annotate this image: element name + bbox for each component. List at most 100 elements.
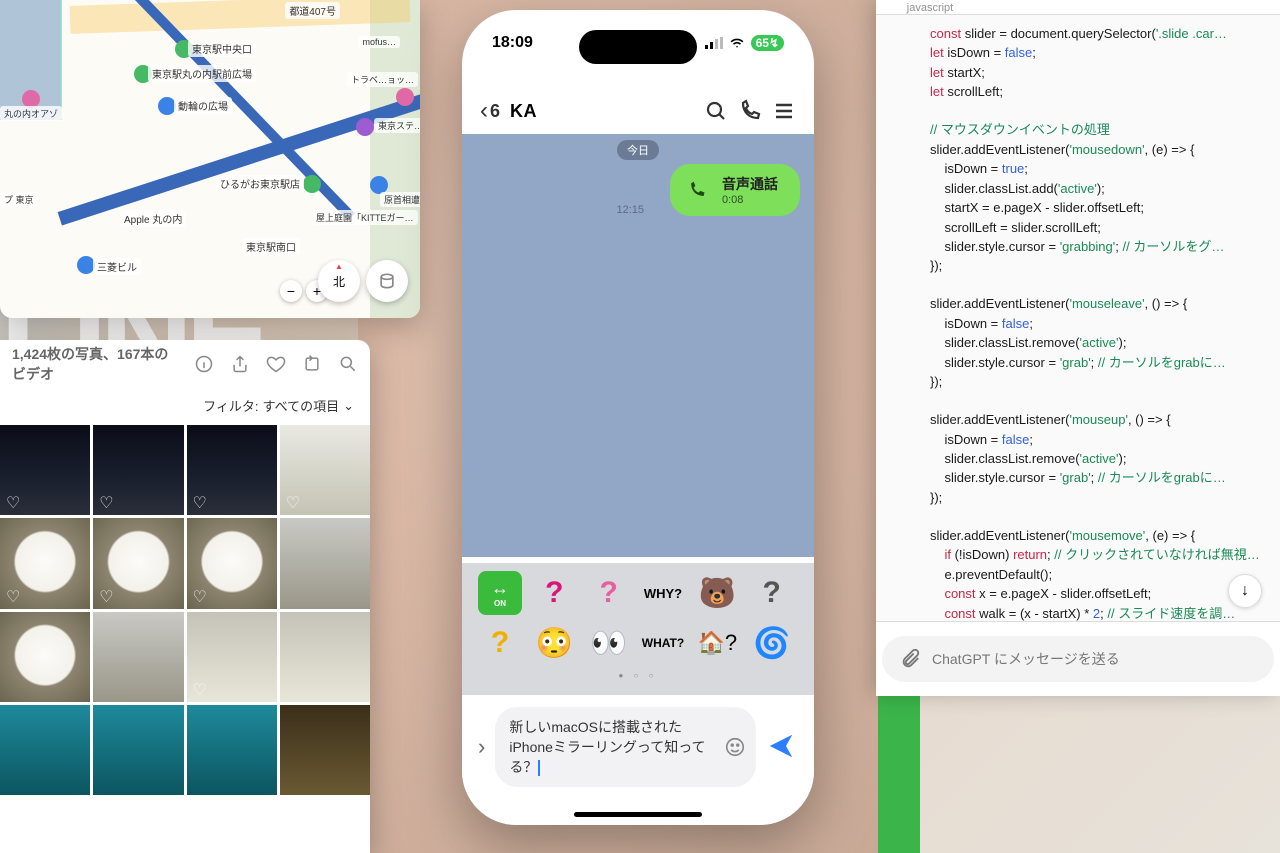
chat-body[interactable]: 今日 音声通話 0:08 12:15 <box>462 134 814 557</box>
pin-tokyo-ste[interactable] <box>356 118 374 136</box>
filter-row[interactable]: フィルタ: すべての項目 ⌄ <box>0 388 370 425</box>
scroll-down-button[interactable]: ↓ <box>1228 574 1262 608</box>
poi-label[interactable]: 丸の内オアゾ <box>0 106 62 121</box>
phone-icon[interactable] <box>738 99 762 123</box>
poi-label[interactable]: 原首相遭… <box>380 192 420 207</box>
back-button[interactable]: ‹6 <box>480 97 500 125</box>
status-time: 18:09 <box>492 34 533 52</box>
photo-thumb[interactable] <box>280 705 370 795</box>
pin-travel[interactable] <box>396 88 414 106</box>
poi-label[interactable]: 東京駅中央口 <box>188 40 256 57</box>
poi-label[interactable]: mofus… <box>358 36 400 48</box>
expand-icon[interactable]: › <box>478 734 485 760</box>
poi-label[interactable]: ひるがお東京駅店 <box>216 175 304 192</box>
call-bubble[interactable]: 音声通話 0:08 <box>670 164 800 216</box>
sticker-panel: ↔ON ? ? WHY? 🐻 ? ? 😳 👀 WHAT? 🏠? 🌀 ● ○ ○ <box>462 563 814 695</box>
sticker[interactable]: ? <box>587 571 631 615</box>
photo-thumb[interactable]: ♡ <box>93 518 183 608</box>
share-icon[interactable] <box>230 354 250 374</box>
sticker[interactable]: WHY? <box>641 571 685 615</box>
poi-label[interactable]: 屋上庭園「KITTEガー… <box>312 210 418 225</box>
poi-label[interactable]: Apple 丸の内 <box>120 210 186 227</box>
chat-header: ‹6 KA <box>462 88 814 134</box>
input-row: › 新しいmacOSに搭載されたiPhoneミラーリングって知ってる？ <box>462 703 814 791</box>
send-button[interactable] <box>766 731 798 763</box>
chevron-down-icon: ⌄ <box>343 398 354 414</box>
maps-window[interactable]: 都道407号 東京駅中央口 東京駅丸の内駅前広場 丸の内オアゾ 動輪の広場 ひる… <box>0 0 420 318</box>
photo-thumb[interactable] <box>280 518 370 608</box>
chatgpt-window: javascript const slider = document.query… <box>876 0 1280 696</box>
photo-thumb[interactable]: ♡ <box>93 425 183 515</box>
sticker[interactable]: ? <box>478 621 522 665</box>
info-icon[interactable] <box>194 354 214 374</box>
photo-thumb[interactable] <box>0 705 90 795</box>
sticker[interactable]: 👀 <box>587 621 631 665</box>
photo-thumb[interactable] <box>0 612 90 702</box>
rotate-icon[interactable] <box>302 354 322 374</box>
photo-grid: ♡ ♡ ♡ ♡ ♡ ♡ ♡ ♡ <box>0 425 370 795</box>
filter-prefix: フィルタ: <box>203 396 258 415</box>
date-pill: 今日 <box>617 140 659 160</box>
poi-label[interactable]: 東京駅南口 <box>242 238 300 255</box>
favorite-icon: ♡ <box>193 493 209 509</box>
zoom-out-button[interactable]: − <box>280 280 302 302</box>
contact-name[interactable]: KA <box>510 101 694 122</box>
chatgpt-input[interactable]: ChatGPT にメッセージを送る <box>882 636 1274 682</box>
photo-thumb[interactable] <box>187 705 277 795</box>
cellular-icon <box>705 37 723 49</box>
attachment-icon[interactable] <box>898 647 922 671</box>
compass-button[interactable]: 北 <box>318 260 360 302</box>
poi-label[interactable]: 動輪の広場 <box>174 97 232 114</box>
message-input[interactable]: 新しいmacOSに搭載されたiPhoneミラーリングって知ってる？ <box>495 707 756 787</box>
poi-label[interactable]: プ 東京 <box>0 192 38 207</box>
sticker[interactable]: 🏠? <box>695 621 739 665</box>
favorite-icon: ♡ <box>6 493 22 509</box>
phone-icon <box>684 177 710 203</box>
view-3d-button[interactable] <box>366 260 408 302</box>
photo-thumb[interactable]: ♡ <box>280 425 370 515</box>
road-label: 都道407号 <box>285 2 340 19</box>
sticker[interactable]: 🌀 <box>750 621 794 665</box>
sticker[interactable]: ? <box>532 571 576 615</box>
photo-thumb[interactable] <box>280 612 370 702</box>
poi-label[interactable]: 東京ステ… <box>374 118 420 133</box>
photo-thumb[interactable]: ♡ <box>187 518 277 608</box>
favorite-icon: ♡ <box>286 493 302 509</box>
photo-thumb[interactable]: ♡ <box>187 612 277 702</box>
photo-thumb[interactable]: ♡ <box>187 425 277 515</box>
menu-icon[interactable] <box>772 99 796 123</box>
wifi-icon <box>728 36 746 50</box>
sticker-toggle[interactable]: ↔ON <box>478 571 522 615</box>
call-duration: 0:08 <box>722 194 778 206</box>
home-indicator[interactable] <box>574 812 702 817</box>
poi-label[interactable]: トラベ…ョッ… <box>347 72 418 87</box>
photos-toolbar: 1,424枚の写真、167本のビデオ <box>0 340 370 388</box>
favorite-icon: ♡ <box>193 587 209 603</box>
pin-hirugao[interactable] <box>303 175 321 193</box>
search-icon[interactable] <box>338 354 358 374</box>
message-time: 12:15 <box>616 204 644 216</box>
poi-label[interactable]: 三菱ビル <box>93 258 141 275</box>
photo-count: 1,424枚の写真、167本のビデオ <box>12 344 178 384</box>
sticker[interactable]: 🐻 <box>695 571 739 615</box>
photo-thumb[interactable] <box>93 705 183 795</box>
photos-window: 1,424枚の写真、167本のビデオ フィルタ: すべての項目 ⌄ ♡ ♡ ♡ … <box>0 340 370 853</box>
page-dots: ● ○ ○ <box>462 671 814 680</box>
favorite-icon: ♡ <box>99 587 115 603</box>
sticker[interactable]: 😳 <box>532 621 576 665</box>
call-label: 音声通話 <box>722 174 778 194</box>
chatgpt-placeholder: ChatGPT にメッセージを送る <box>932 649 1120 669</box>
emoji-icon[interactable] <box>724 736 746 758</box>
poi-label[interactable]: 東京駅丸の内駅前広場 <box>148 65 256 82</box>
photo-thumb[interactable] <box>93 612 183 702</box>
search-icon[interactable] <box>704 99 728 123</box>
iphone-mirror: 18:09 65↯ ‹6 KA 今日 音声通話 0:08 12:15 ↔ON ?… <box>462 10 814 825</box>
photo-thumb[interactable]: ♡ <box>0 425 90 515</box>
heart-icon[interactable] <box>266 354 286 374</box>
code-block[interactable]: const slider = document.querySelector('.… <box>876 14 1280 622</box>
photo-thumb[interactable]: ♡ <box>0 518 90 608</box>
sticker[interactable]: ? <box>750 571 794 615</box>
code-language: javascript <box>907 2 953 14</box>
sticker[interactable]: WHAT? <box>641 621 685 665</box>
filter-value: すべての項目 <box>263 396 340 415</box>
